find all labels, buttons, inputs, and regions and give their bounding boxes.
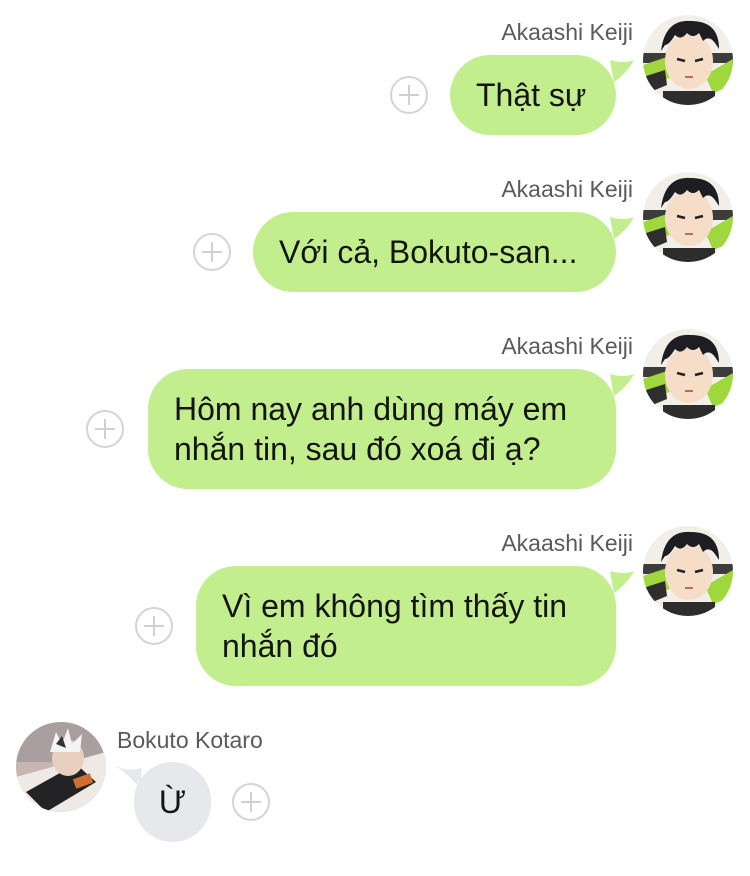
- message-text: Ừ: [158, 784, 187, 820]
- bubble-tail: [610, 217, 634, 239]
- bubble-tail: [610, 571, 634, 593]
- message-line: nhắn đó: [222, 628, 338, 664]
- plus-circle-icon[interactable]: [193, 233, 231, 271]
- akaashi-avatar[interactable]: [643, 526, 733, 616]
- sender-name: Akaashi Keiji: [501, 333, 633, 359]
- bubble-tail: [610, 374, 634, 396]
- message-line: Vì em không tìm thấy tin: [222, 588, 568, 624]
- plus-circle-icon[interactable]: [135, 607, 173, 645]
- message-line: nhắn tin, sau đó xoá đi ạ?: [174, 431, 541, 467]
- message-bubble[interactable]: Ừ: [134, 762, 211, 842]
- message-bubble[interactable]: Với cả, Bokuto-san...: [253, 212, 616, 292]
- akaashi-avatar[interactable]: [643, 172, 733, 262]
- plus-circle-icon[interactable]: [86, 410, 124, 448]
- sender-name: Bokuto Kotaro: [117, 727, 263, 753]
- message-bubble[interactable]: Vì em không tìm thấy tin nhắn đó: [196, 566, 616, 686]
- plus-circle-icon[interactable]: [390, 76, 428, 114]
- bokuto-avatar[interactable]: [16, 722, 106, 812]
- message-line: Hôm nay anh dùng máy em: [174, 391, 568, 427]
- message-text: Với cả, Bokuto-san...: [279, 234, 578, 270]
- sender-name: Akaashi Keiji: [501, 176, 633, 202]
- akaashi-avatar[interactable]: [643, 15, 733, 105]
- plus-circle-icon[interactable]: [232, 783, 270, 821]
- akaashi-avatar[interactable]: [643, 329, 733, 419]
- bubble-tail: [610, 60, 634, 82]
- message-text: Thật sự: [476, 77, 587, 113]
- sender-name: Akaashi Keiji: [501, 530, 633, 556]
- sender-name: Akaashi Keiji: [501, 19, 633, 45]
- message-bubble[interactable]: Thật sự: [450, 55, 616, 135]
- message-bubble[interactable]: Hôm nay anh dùng máy em nhắn tin, sau đó…: [148, 369, 616, 489]
